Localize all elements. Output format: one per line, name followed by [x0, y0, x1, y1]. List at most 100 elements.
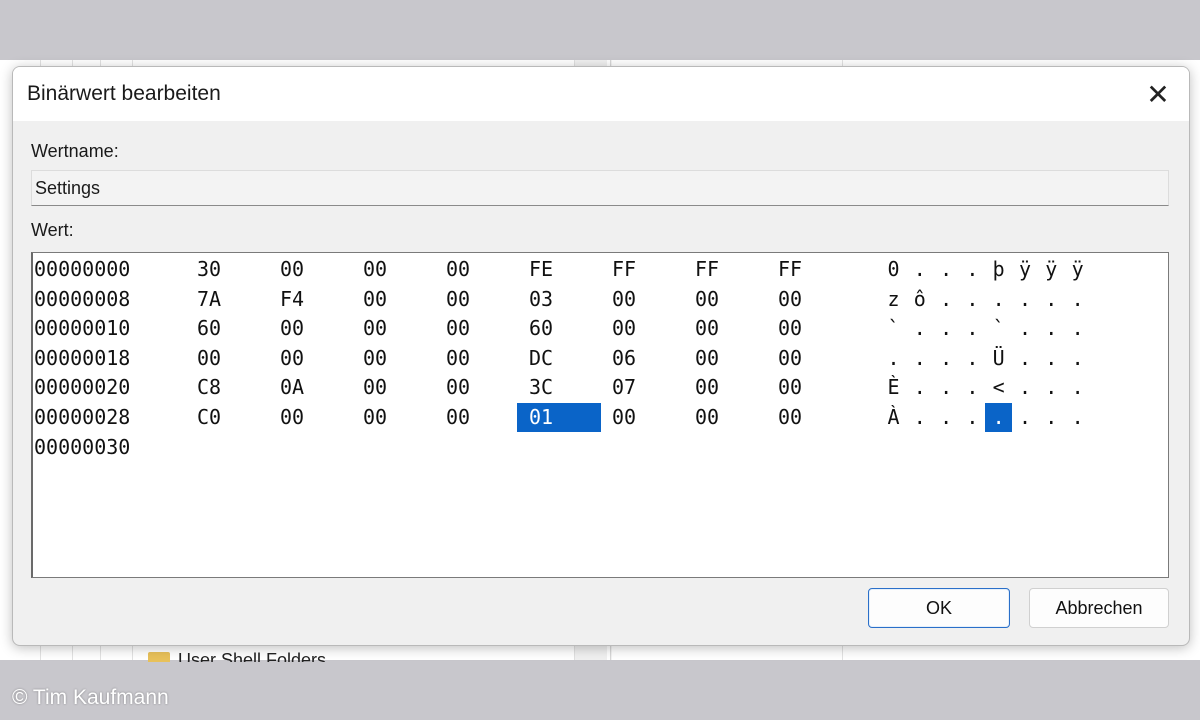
ascii-char[interactable]: . — [959, 403, 986, 432]
hex-byte[interactable]: 00 — [434, 403, 518, 432]
hex-byte[interactable]: 06 — [600, 344, 684, 373]
hex-byte[interactable]: FF — [683, 255, 767, 284]
ascii-char[interactable]: . — [933, 403, 960, 432]
hex-byte[interactable]: 00 — [683, 344, 767, 373]
hex-byte[interactable]: 00 — [351, 314, 435, 343]
ascii-char[interactable]: . — [1038, 373, 1065, 402]
ascii-char[interactable]: . — [1012, 314, 1039, 343]
ascii-char[interactable]: . — [959, 285, 986, 314]
ascii-char[interactable]: . — [906, 403, 933, 432]
ascii-char[interactable]: . — [933, 285, 960, 314]
hex-editor[interactable]: 00000000 30 00 00 00 FE FF FF FF 0... þ ÿ ÿ ÿ 00000008… — [31, 252, 1169, 578]
ascii-char[interactable]: . — [1012, 403, 1039, 432]
hex-byte[interactable]: 7A — [185, 285, 269, 314]
hex-byte[interactable]: 00 — [683, 373, 767, 402]
ascii-char[interactable]: . — [933, 255, 960, 284]
ascii-char[interactable]: ô — [906, 285, 933, 314]
ascii-char[interactable]: . — [959, 314, 986, 343]
ascii-char[interactable]: . — [933, 314, 960, 343]
hex-byte[interactable]: 0A — [268, 373, 352, 402]
hex-byte[interactable]: 00 — [434, 255, 518, 284]
hex-byte[interactable]: 00 — [351, 285, 435, 314]
hex-byte[interactable]: 30 — [185, 255, 269, 284]
hex-byte[interactable]: 00 — [351, 373, 435, 402]
hex-byte[interactable]: 00 — [600, 285, 684, 314]
hex-byte[interactable]: F4 — [268, 285, 352, 314]
ascii-char[interactable]: . — [906, 255, 933, 284]
hex-byte[interactable]: FF — [766, 255, 850, 284]
ascii-char[interactable]: . — [1038, 285, 1065, 314]
hex-byte[interactable]: C0 — [185, 403, 269, 432]
ascii-char[interactable]: . — [959, 373, 986, 402]
ascii-char-selected[interactable]: . — [985, 403, 1013, 432]
hex-byte[interactable]: 00 — [766, 373, 850, 402]
ascii-char[interactable]: . — [933, 373, 960, 402]
ascii-char[interactable]: À — [880, 403, 907, 432]
ascii-char[interactable]: . — [1012, 344, 1039, 373]
ascii-char[interactable]: ÿ — [1064, 255, 1091, 284]
ok-button[interactable]: OK — [868, 588, 1010, 628]
ascii-char[interactable]: ` — [880, 314, 907, 343]
hex-byte[interactable]: 00 — [434, 314, 518, 343]
ascii-char[interactable]: z — [880, 285, 907, 314]
ascii-char[interactable]: . — [1064, 344, 1091, 373]
ascii-char[interactable]: . — [906, 373, 933, 402]
hex-byte[interactable]: 00 — [351, 403, 435, 432]
ascii-char[interactable]: . — [1012, 285, 1039, 314]
hex-byte[interactable]: 00 — [766, 344, 850, 373]
ascii-char[interactable]: 0 — [880, 255, 907, 284]
hex-byte[interactable]: FE — [517, 255, 601, 284]
hex-byte[interactable]: 00 — [351, 344, 435, 373]
ascii-char[interactable]: È — [880, 373, 907, 402]
hex-byte[interactable]: 00 — [434, 344, 518, 373]
ascii-char[interactable]: . — [985, 285, 1012, 314]
ascii-char[interactable]: . — [1064, 403, 1091, 432]
ascii-char[interactable]: . — [1064, 373, 1091, 402]
hex-byte-selected[interactable]: 01 — [517, 403, 601, 432]
hex-byte[interactable]: 60 — [185, 314, 269, 343]
ascii-char[interactable]: . — [906, 314, 933, 343]
hex-byte[interactable]: 07 — [600, 373, 684, 402]
hex-byte[interactable]: 00 — [351, 255, 435, 284]
ascii-char[interactable]: þ — [985, 255, 1012, 284]
ascii-char[interactable]: . — [1038, 314, 1065, 343]
ascii-char[interactable]: . — [1038, 403, 1065, 432]
hex-byte[interactable]: 00 — [268, 403, 352, 432]
ascii-char[interactable]: . — [880, 344, 907, 373]
tree-item-user-shell-folders[interactable]: User Shell Folders — [148, 650, 326, 662]
ascii-char[interactable]: ÿ — [1038, 255, 1065, 284]
close-button[interactable]: ✕ — [1141, 77, 1175, 111]
ascii-char[interactable]: . — [959, 344, 986, 373]
ascii-char[interactable]: . — [1038, 344, 1065, 373]
hex-byte[interactable]: 00 — [268, 344, 352, 373]
dialog-titlebar[interactable]: Binärwert bearbeiten ✕ — [13, 67, 1189, 121]
ascii-char[interactable]: . — [959, 255, 986, 284]
hex-byte[interactable]: 60 — [517, 314, 601, 343]
ascii-char[interactable]: . — [1064, 285, 1091, 314]
ascii-char[interactable]: ÿ — [1012, 255, 1039, 284]
ascii-char[interactable]: . — [1012, 373, 1039, 402]
hex-byte[interactable]: C8 — [185, 373, 269, 402]
ascii-char[interactable]: . — [933, 344, 960, 373]
hex-byte[interactable]: 00 — [766, 314, 850, 343]
hex-byte[interactable]: 00 — [268, 314, 352, 343]
ascii-char[interactable]: ` — [985, 314, 1012, 343]
cancel-button[interactable]: Abbrechen — [1029, 588, 1169, 628]
hex-byte[interactable]: 00 — [600, 314, 684, 343]
ascii-char[interactable]: . — [906, 344, 933, 373]
hex-byte[interactable]: 00 — [683, 285, 767, 314]
hex-byte[interactable]: DC — [517, 344, 601, 373]
ascii-char[interactable]: . — [1064, 314, 1091, 343]
hex-byte[interactable]: FF — [600, 255, 684, 284]
ascii-char[interactable]: Ü — [985, 344, 1012, 373]
hex-byte[interactable]: 00 — [434, 285, 518, 314]
hex-byte[interactable]: 00 — [766, 403, 850, 432]
hex-byte[interactable]: 00 — [683, 314, 767, 343]
hex-byte[interactable]: 00 — [268, 255, 352, 284]
hex-byte[interactable]: 00 — [766, 285, 850, 314]
hex-byte[interactable]: 00 — [600, 403, 684, 432]
hex-byte[interactable]: 03 — [517, 285, 601, 314]
ascii-char[interactable]: < — [985, 373, 1012, 402]
hex-byte[interactable]: 3C — [517, 373, 601, 402]
hex-byte[interactable]: 00 — [434, 373, 518, 402]
